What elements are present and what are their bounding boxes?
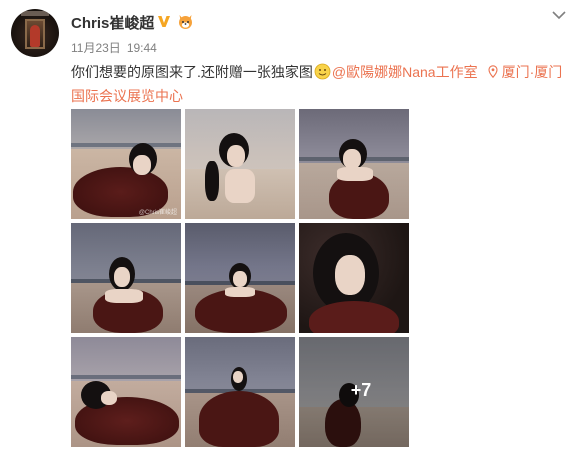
- photo-thumbnail-9[interactable]: +7: [299, 337, 409, 447]
- location-pin-icon: [488, 65, 498, 78]
- photo-thumbnail-5[interactable]: [185, 223, 295, 333]
- photo-thumbnail-6[interactable]: [299, 223, 409, 333]
- post-time[interactable]: 19:44: [127, 41, 157, 55]
- fox-emoji-icon[interactable]: [177, 13, 194, 30]
- photo-thumbnail-2[interactable]: [185, 109, 295, 219]
- photo-thumbnail-8[interactable]: [185, 337, 295, 447]
- photo-thumbnail-7[interactable]: [71, 337, 181, 447]
- photo-thumbnail-4[interactable]: [71, 223, 181, 333]
- avatar-figure: [30, 25, 40, 47]
- mention-link[interactable]: @歐陽娜娜Nana工作室: [332, 64, 478, 80]
- photo-thumbnail-1[interactable]: @Chris崔峻超: [71, 109, 181, 219]
- weibo-post-card: Chris崔峻超 11月23日 19:44 你们想要的原图来了.还附赠一张独家图 …: [0, 0, 581, 453]
- post-body-text: 你们想要的原图来了.还附赠一张独家图: [71, 64, 313, 80]
- chevron-down-icon[interactable]: [551, 9, 567, 21]
- smiley-emoji-icon: [314, 63, 331, 80]
- avatar-caption-strip: [21, 11, 49, 16]
- more-photos-overlay[interactable]: +7: [299, 337, 409, 447]
- photo-thumbnail-3[interactable]: [299, 109, 409, 219]
- watermark: @Chris崔峻超: [138, 210, 177, 216]
- verified-v-icon[interactable]: [157, 14, 171, 28]
- post-meta: 11月23日 19:44: [71, 39, 157, 56]
- post-content: 你们想要的原图来了.还附赠一张独家图 @歐陽娜娜Nana工作室 厦门·厦门国际会议…: [71, 60, 571, 108]
- post-date[interactable]: 11月23日: [71, 41, 121, 55]
- username-link[interactable]: Chris崔峻超: [71, 12, 154, 33]
- avatar[interactable]: [11, 9, 59, 57]
